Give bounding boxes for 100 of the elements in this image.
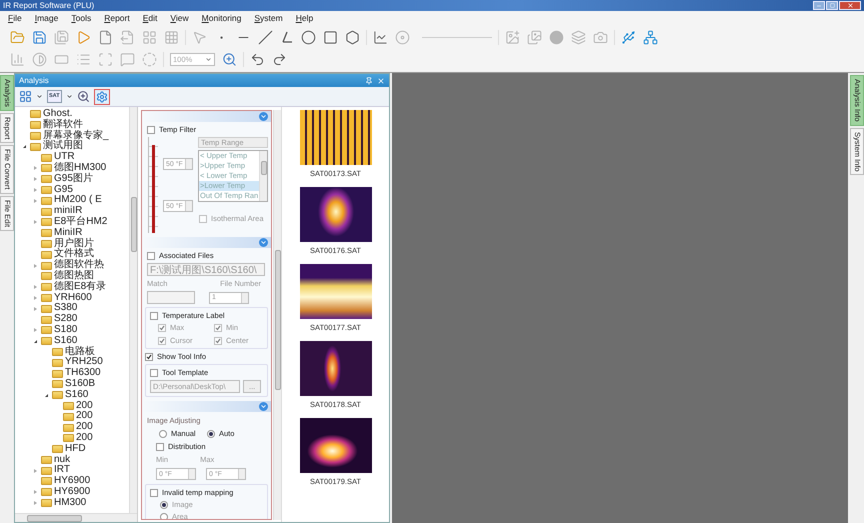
tree-item[interactable]: S160 bbox=[54, 336, 78, 347]
tree-item[interactable]: YRH250 bbox=[65, 357, 103, 368]
collapse-button[interactable] bbox=[259, 402, 268, 411]
circle-icon[interactable] bbox=[301, 30, 316, 45]
checkbox[interactable] bbox=[158, 324, 166, 332]
checkbox[interactable] bbox=[158, 336, 166, 344]
tree-item[interactable]: 测试用图 bbox=[43, 141, 83, 152]
radio-button[interactable] bbox=[207, 430, 215, 438]
tree-item[interactable]: HM200 ( E bbox=[54, 195, 102, 206]
tree-item[interactable]: HY6900 bbox=[54, 476, 90, 487]
tree-item[interactable]: nuk bbox=[54, 454, 70, 466]
minimize-button[interactable] bbox=[813, 1, 825, 10]
menu-item[interactable]: File bbox=[8, 13, 22, 23]
menu-item[interactable]: Help bbox=[296, 13, 314, 23]
expand-toggle[interactable] bbox=[34, 501, 37, 506]
thermal-image[interactable] bbox=[300, 110, 372, 165]
menu-item[interactable]: Edit bbox=[142, 13, 158, 23]
restore-button[interactable] bbox=[826, 1, 838, 10]
expand-toggle[interactable] bbox=[34, 188, 37, 192]
expand-toggle[interactable] bbox=[34, 220, 37, 224]
hexagon-icon[interactable] bbox=[345, 30, 360, 45]
expand-toggle[interactable] bbox=[45, 394, 48, 397]
expand-toggle[interactable] bbox=[34, 198, 37, 203]
checkbox[interactable] bbox=[145, 352, 153, 360]
tree-item[interactable]: YRH600 bbox=[54, 292, 92, 304]
settings-button[interactable] bbox=[94, 88, 110, 104]
tree-item[interactable]: 德图热图 bbox=[54, 270, 94, 282]
tree-item[interactable]: UTR bbox=[54, 152, 75, 163]
temperature-slider[interactable] bbox=[148, 137, 158, 233]
checkbox[interactable] bbox=[214, 336, 222, 344]
tree-item[interactable]: S180 bbox=[54, 324, 78, 336]
checkbox[interactable] bbox=[214, 324, 222, 332]
checkbox[interactable] bbox=[156, 442, 164, 450]
pin-icon[interactable] bbox=[365, 76, 373, 84]
radio-button[interactable] bbox=[159, 430, 167, 438]
tree-item[interactable]: S160B bbox=[65, 378, 96, 390]
caret-icon[interactable] bbox=[36, 93, 43, 100]
tree-item[interactable]: E8平台HM2 bbox=[54, 216, 108, 228]
redo-icon[interactable] bbox=[272, 52, 287, 68]
match-field[interactable] bbox=[147, 291, 195, 304]
menu-item[interactable]: Image bbox=[34, 13, 58, 23]
tree-item[interactable]: IRT bbox=[54, 465, 70, 476]
network-icon[interactable] bbox=[643, 30, 658, 45]
menu-item[interactable]: System bbox=[254, 13, 283, 23]
scrollbar[interactable] bbox=[129, 107, 137, 513]
menu-item[interactable]: Tools bbox=[71, 13, 92, 23]
tree-item[interactable]: MiniIR bbox=[54, 228, 82, 239]
thermal-image[interactable] bbox=[300, 264, 372, 319]
expand-toggle[interactable] bbox=[34, 285, 37, 290]
angle-icon[interactable] bbox=[280, 30, 294, 44]
menu-item[interactable]: View bbox=[170, 13, 189, 23]
play-icon[interactable] bbox=[76, 30, 91, 45]
checkbox[interactable] bbox=[150, 312, 158, 320]
tree-item[interactable]: HM300 bbox=[54, 498, 86, 508]
tree-item[interactable]: S160 bbox=[65, 390, 88, 401]
checkbox[interactable] bbox=[150, 368, 158, 376]
tree-item[interactable]: 德图HM300 bbox=[54, 162, 106, 174]
tree-item[interactable]: 200 bbox=[76, 432, 93, 444]
tree-item[interactable]: 文件格式 bbox=[54, 249, 94, 260]
checkbox[interactable] bbox=[150, 488, 158, 496]
zoom-icon[interactable] bbox=[76, 90, 90, 103]
radio-button[interactable] bbox=[160, 500, 168, 508]
tree-item[interactable]: 德图软件热 bbox=[54, 260, 104, 271]
thermal-image[interactable] bbox=[300, 341, 372, 396]
expand-toggle[interactable] bbox=[34, 296, 37, 300]
tree-item[interactable]: 200 bbox=[76, 422, 93, 433]
expand-toggle[interactable] bbox=[34, 328, 37, 332]
expand-toggle[interactable] bbox=[34, 264, 37, 268]
expand-toggle[interactable] bbox=[34, 468, 37, 473]
save-icon[interactable] bbox=[32, 30, 47, 45]
document-icon[interactable] bbox=[98, 30, 113, 45]
scrollbar[interactable] bbox=[15, 513, 137, 522]
tree-item[interactable]: 翻译软件 bbox=[43, 120, 83, 131]
checkbox[interactable] bbox=[147, 126, 155, 134]
close-button[interactable] bbox=[839, 1, 861, 10]
tree-item[interactable]: S380 bbox=[54, 303, 78, 314]
zoom-icon[interactable] bbox=[222, 52, 237, 68]
scrollbar[interactable] bbox=[273, 110, 281, 520]
checkbox[interactable] bbox=[147, 252, 155, 260]
tree-item[interactable]: HFD bbox=[65, 444, 86, 454]
undo-icon[interactable] bbox=[250, 52, 265, 68]
diagonal-line-icon[interactable] bbox=[258, 30, 273, 45]
tree-item[interactable]: HY6900 bbox=[54, 486, 90, 498]
menu-item[interactable]: Monitoring bbox=[202, 13, 242, 23]
tree-item[interactable]: TH6300 bbox=[65, 368, 101, 379]
tree-item[interactable]: G95 bbox=[54, 184, 73, 196]
collapse-button[interactable] bbox=[259, 112, 268, 121]
caret-icon[interactable] bbox=[66, 93, 73, 100]
radio-button[interactable] bbox=[160, 512, 168, 519]
tree-item[interactable]: 200 bbox=[76, 411, 93, 422]
tree-item[interactable]: 200 bbox=[76, 400, 93, 412]
tree-item[interactable]: G95图片 bbox=[54, 174, 93, 185]
thermal-image[interactable] bbox=[300, 418, 372, 473]
line-chart-icon[interactable] bbox=[373, 30, 388, 45]
close-icon[interactable] bbox=[377, 76, 385, 84]
tree-item[interactable]: miniIR bbox=[54, 206, 82, 217]
expand-toggle[interactable] bbox=[34, 306, 37, 311]
expand-toggle[interactable] bbox=[34, 340, 37, 343]
menu-item[interactable]: Report bbox=[104, 13, 130, 23]
tree-item[interactable]: Ghost. bbox=[43, 109, 72, 120]
